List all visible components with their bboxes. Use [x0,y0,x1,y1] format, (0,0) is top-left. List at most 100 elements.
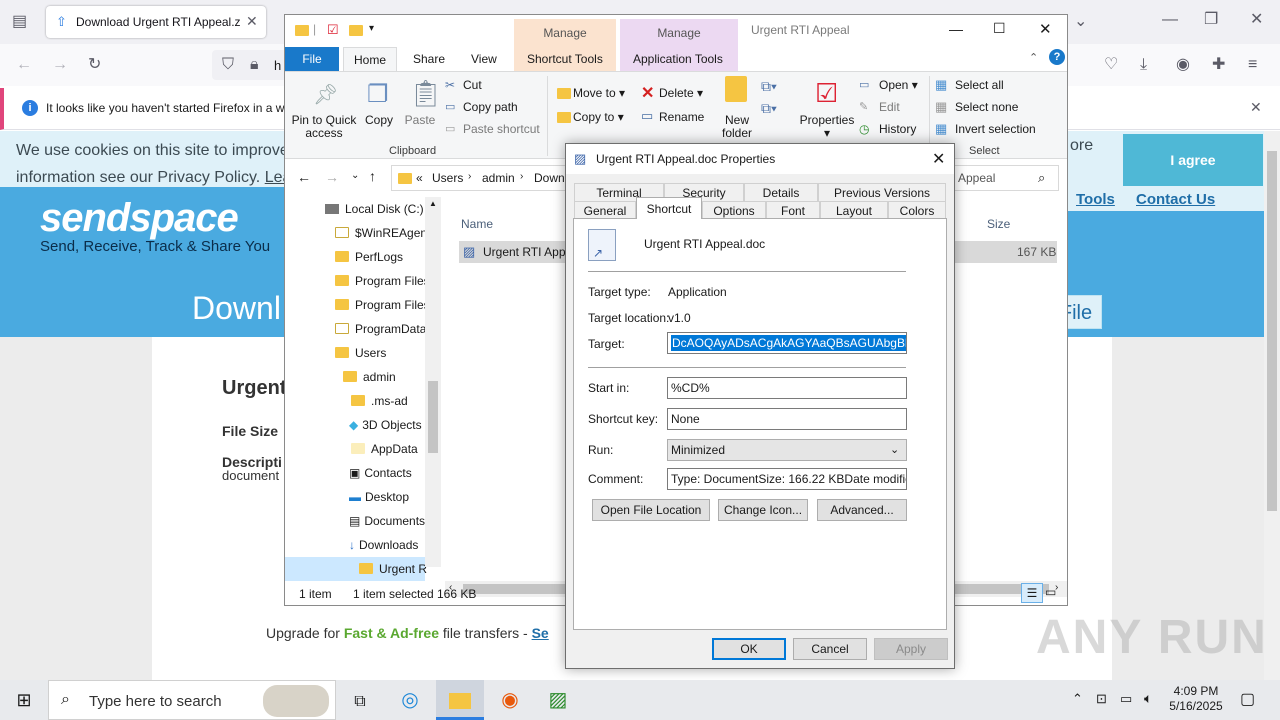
browser-tab[interactable]: ⇧ Download Urgent RTI Appeal.zip ✕ [46,6,266,38]
copy-path-button[interactable]: Copy path [463,100,518,114]
list-all-tabs-icon[interactable]: ⌄ [1074,14,1087,30]
forward-icon[interactable]: → [325,169,339,185]
cut-button[interactable]: Cut [463,78,482,92]
nav-item-ms-ad[interactable]: .ms-ad [285,389,425,413]
large-icons-view-icon[interactable]: ▭ [1045,585,1056,599]
column-name-header[interactable]: Name [461,217,493,231]
nav-item-3d-objects[interactable]: ◆ 3D Objects [285,413,425,437]
nav-item-admin[interactable]: admin [285,365,425,389]
tab-layout[interactable]: Layout [820,201,888,219]
search-icon[interactable]: ⌕ [1038,170,1045,186]
nav-item-winreagent[interactable]: $WinREAgent [285,221,430,245]
lock-icon[interactable]: 🔒︎ [250,57,259,73]
url-bar[interactable]: ⛉ 🔒︎ h [212,50,292,80]
battery-icon[interactable]: ▭ [1120,691,1132,707]
apply-button[interactable]: Apply [874,638,948,660]
nav-item-programdata[interactable]: ProgramData [285,317,426,341]
scrollbar-thumb[interactable] [1267,151,1277,511]
column-size-header[interactable]: Size [987,217,1010,231]
breadcrumb-overflow[interactable]: « [416,171,423,185]
tab-shortcut-tools[interactable]: Shortcut Tools [527,52,603,66]
cancel-button[interactable]: Cancel [793,638,867,660]
start-button[interactable]: ⊞ [0,680,48,720]
network-icon[interactable]: ⊡ [1096,691,1107,707]
breadcrumb-admin[interactable]: admin [482,171,515,185]
nav-item-local-disk[interactable]: Local Disk (C:) [285,197,425,221]
agree-button[interactable]: I agree [1123,134,1263,186]
easy-access-icon[interactable]: ⧉▾ [761,100,777,117]
restore-icon[interactable]: ❐ [1204,12,1218,28]
open-file-location-button[interactable]: Open File Location [592,499,710,521]
start-in-field[interactable]: %CD% [667,377,907,399]
recent-dropdown-icon[interactable]: ⌄ [351,170,359,181]
move-to-button[interactable]: Move to ▾ [573,86,625,100]
close-window-icon[interactable]: ✕ [1250,12,1263,28]
breadcrumb-users[interactable]: Users [432,171,463,185]
run-select[interactable]: Minimized ⌄ [667,439,907,461]
back-icon[interactable]: ← [16,57,32,73]
open-button[interactable]: Open ▾ [879,78,918,92]
account-icon[interactable]: ◉ [1176,57,1190,73]
paste-shortcut-button[interactable]: Paste shortcut [463,122,540,136]
search-box[interactable]: Appeal ⌕ [951,165,1059,191]
nav-item-downloads[interactable]: ↓ Downloads [285,533,425,557]
site-logo[interactable]: sendspace [40,196,239,241]
reload-icon[interactable]: ↻ [88,57,101,73]
details-view-icon[interactable]: ☰ [1021,583,1043,603]
back-icon[interactable]: ← [297,169,311,185]
nav-item-contacts[interactable]: ▣ Contacts [285,461,425,485]
clock[interactable]: 4:09 PM 5/16/2025 [1164,684,1228,714]
history-button[interactable]: History [879,122,916,136]
tab-home[interactable]: Home [343,47,397,72]
breadcrumb-downloads[interactable]: Down [534,171,565,185]
nav-contact-link[interactable]: Contact Us [1136,191,1215,208]
shield-icon[interactable]: ⛉ [222,57,234,73]
tab-application-tools[interactable]: Application Tools [633,52,723,66]
invert-selection-button[interactable]: Invert selection [955,122,1036,136]
show-hidden-icons-icon[interactable]: ⌃ [1072,691,1083,707]
close-tab-icon[interactable]: ✕ [246,13,258,30]
scroll-up-icon[interactable]: ▲ [429,199,437,208]
close-notice-icon[interactable]: ✕ [1250,99,1262,116]
downloads-icon[interactable]: ⤓ [1140,57,1147,73]
collapse-ribbon-icon[interactable]: ⌃ [1029,51,1038,64]
tab-shortcut[interactable]: Shortcut [636,197,702,219]
tab-file[interactable]: File [285,47,339,71]
paste-button[interactable]: Paste [401,114,439,127]
edge-taskbar-button[interactable]: ◎ [386,680,434,720]
nav-item-urgent-rti[interactable]: Urgent R [285,557,427,581]
pocket-icon[interactable]: ♡ [1104,57,1118,73]
forward-icon[interactable]: → [52,57,68,73]
new-folder-qat-icon[interactable] [349,25,363,36]
copy-button[interactable]: Copy [361,114,397,127]
explorer-taskbar-button[interactable] [436,680,484,720]
edit-button[interactable]: Edit [879,100,900,114]
task-view-button[interactable]: ⧉ [336,680,384,720]
nav-item-documents[interactable]: ▤ Documents [285,509,425,533]
properties-button[interactable]: Properties ▾ [799,114,855,140]
volume-icon[interactable]: 🔈︎ [1144,690,1152,707]
nav-item-program-files-x86[interactable]: Program Files [285,293,430,317]
properties-qat-icon[interactable]: ☑ [327,22,339,38]
shortcut-key-field[interactable]: None [667,408,907,430]
notifications-icon[interactable]: ▢ [1240,689,1255,709]
tab-font[interactable]: Font [766,201,820,219]
nav-item-appdata[interactable]: AppData [285,437,425,461]
delete-button[interactable]: Delete ▾ [659,86,703,100]
tab-colors[interactable]: Colors [888,201,946,219]
nav-scrollbar[interactable]: ▲ [425,197,441,567]
minimize-icon[interactable]: — [949,21,963,37]
select-all-button[interactable]: Select all [955,78,1004,92]
new-folder-button[interactable]: New folder [715,114,759,140]
maximize-icon[interactable]: ☐ [993,20,1006,37]
taskbar-search[interactable]: ⌕ Type here to search [48,680,336,720]
tab-previous-versions[interactable]: Previous Versions [818,183,946,201]
url-text[interactable]: h [274,58,281,73]
nav-item-desktop[interactable]: ▬ Desktop [285,485,425,509]
tab-details[interactable]: Details [744,183,818,201]
nav-item-program-files[interactable]: Program Files [285,269,430,293]
ok-button[interactable]: OK [712,638,786,660]
nav-item-users[interactable]: Users [285,341,425,365]
qat-dropdown-icon[interactable]: ▾ [369,23,374,34]
breadcrumb-sep-icon[interactable]: › [468,171,471,182]
